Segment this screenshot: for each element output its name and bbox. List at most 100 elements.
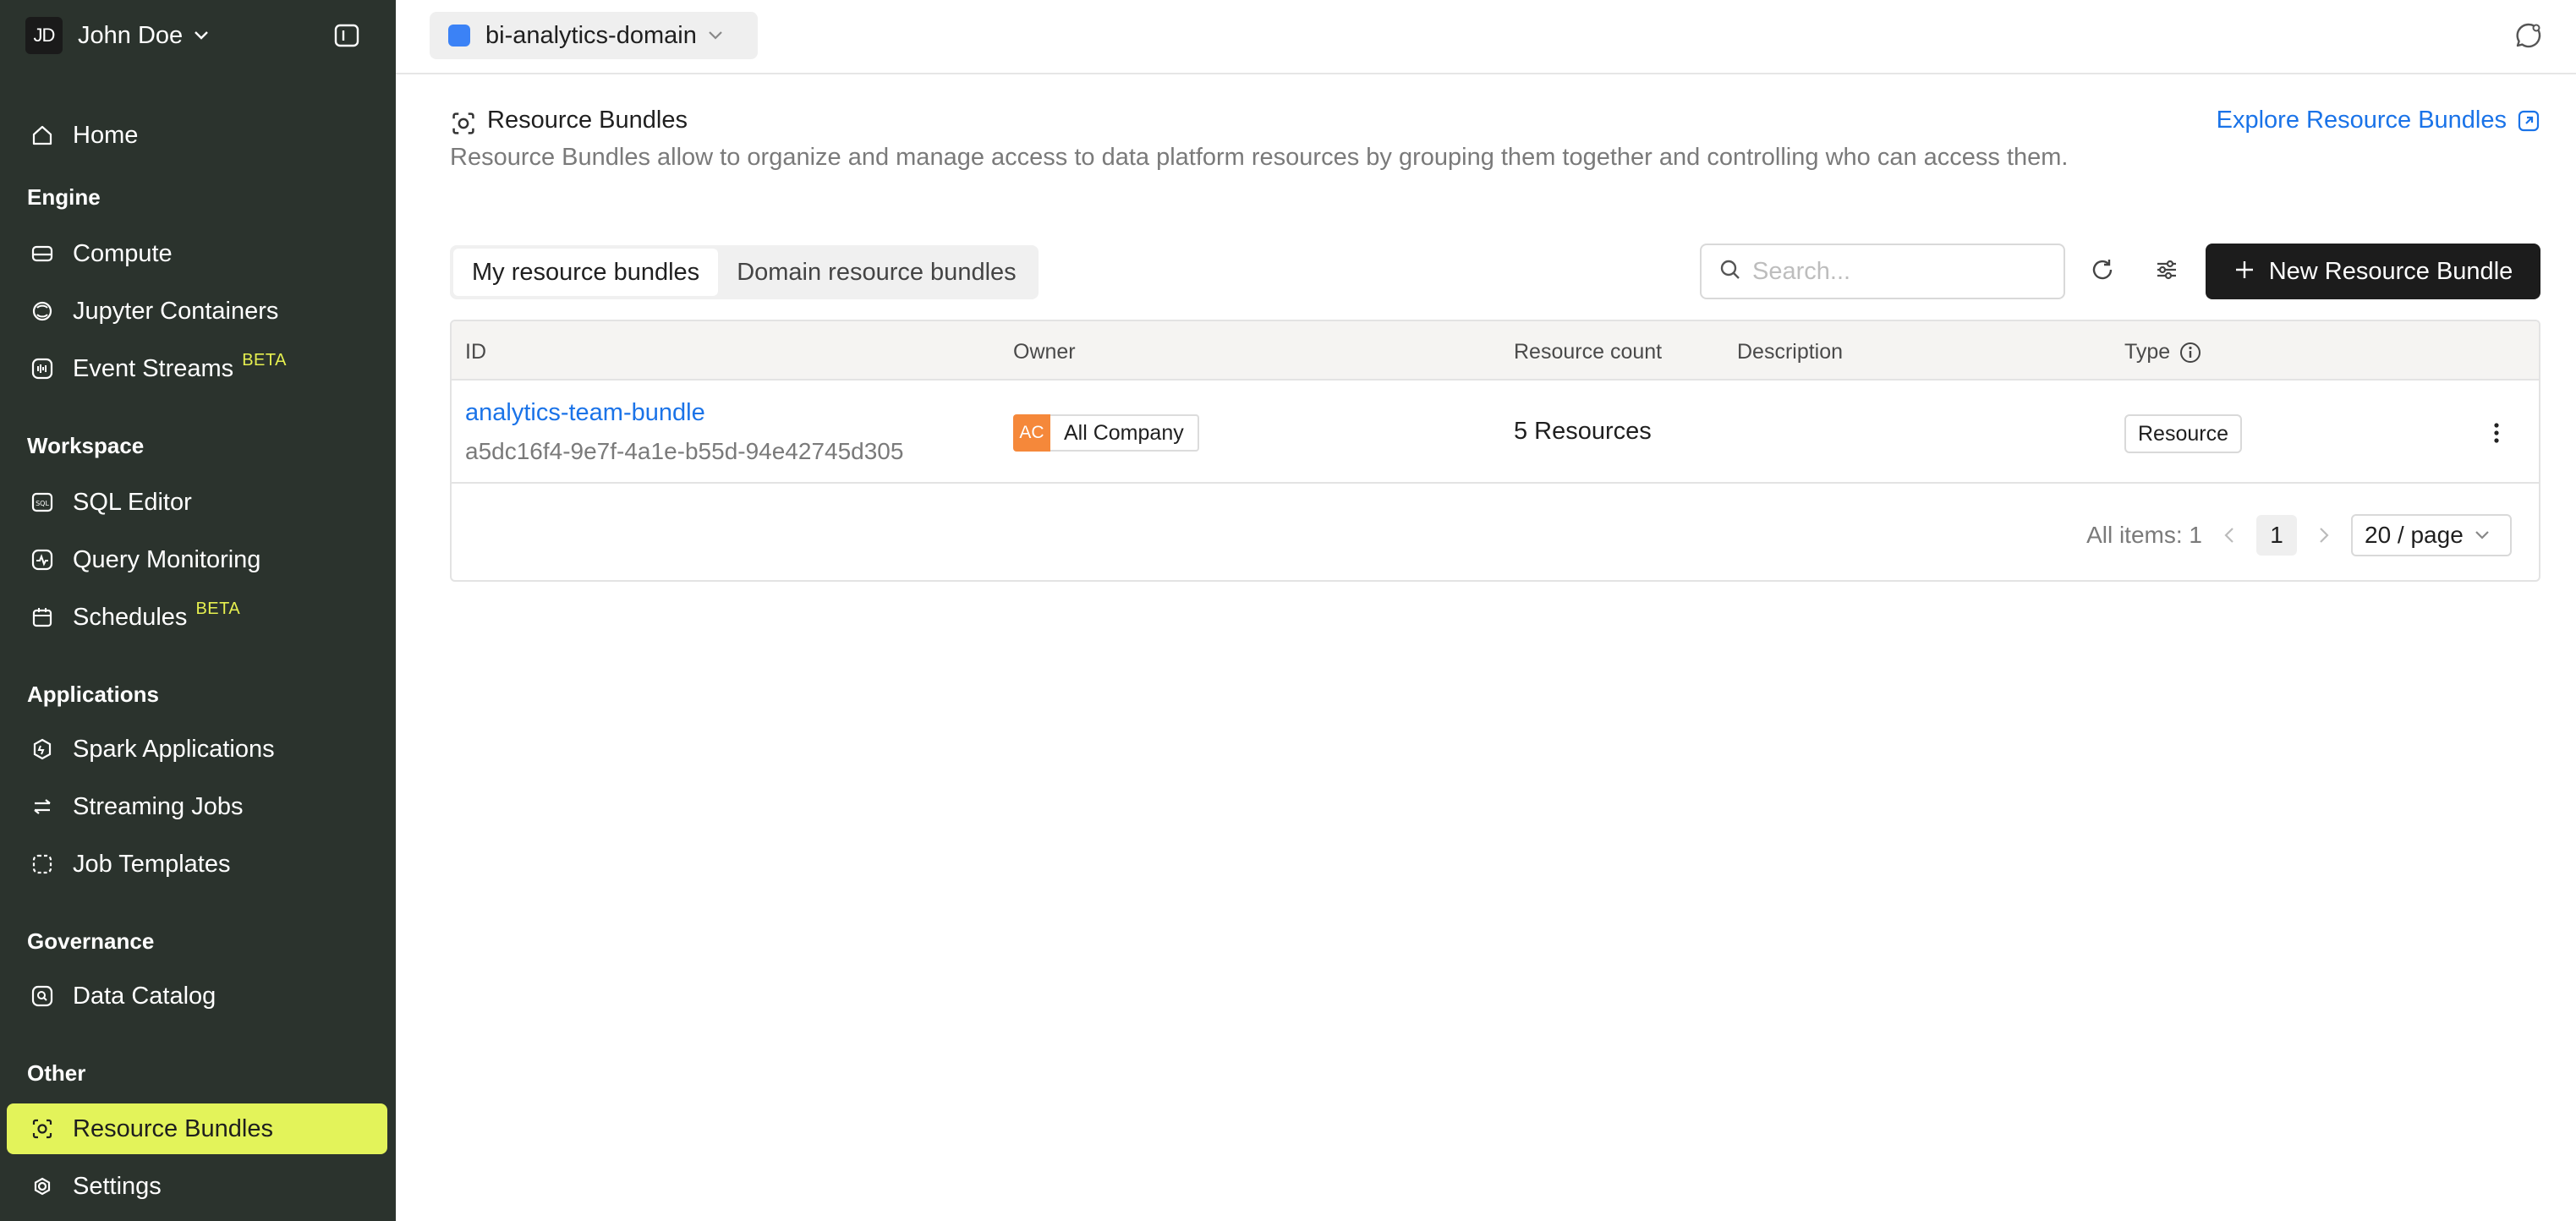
sidebar-item-schedules[interactable]: Schedules BETA <box>7 592 387 643</box>
sidebar-item-query-monitoring[interactable]: Query Monitoring <box>7 534 387 585</box>
explore-resource-bundles-link[interactable]: Explore Resource Bundles <box>2217 107 2540 134</box>
spark-icon <box>27 734 58 764</box>
section-workspace: Workspace <box>27 433 145 458</box>
page-number-current[interactable]: 1 <box>2256 515 2297 556</box>
column-header-id: ID <box>465 340 486 364</box>
sidebar-item-label: Job Templates <box>73 850 231 878</box>
bundle-tabs: My resource bundles Domain resource bund… <box>450 245 1039 299</box>
sidebar-item-label: Schedules <box>73 603 188 631</box>
section-applications: Applications <box>27 682 160 707</box>
bundle-icon <box>27 1114 58 1144</box>
sidebar-item-compute[interactable]: Compute <box>7 228 387 279</box>
page-size-value: 20 / page <box>2365 522 2464 548</box>
chevron-left-icon[interactable] <box>2214 520 2244 550</box>
calendar-icon <box>27 602 58 632</box>
svg-text:SQL: SQL <box>36 500 49 507</box>
plus-icon <box>2233 259 2255 285</box>
section-engine: Engine <box>27 184 101 210</box>
column-header-type: Type <box>2124 340 2202 364</box>
sidebar-item-jupyter[interactable]: Jupyter Containers <box>7 286 387 337</box>
sidebar-item-sql-editor[interactable]: SQL SQL Editor <box>7 477 387 528</box>
sidebar-item-label: Spark Applications <box>73 735 275 763</box>
beta-badge: BETA <box>195 599 241 618</box>
avatar: JD <box>25 17 63 54</box>
domain-color-dot <box>448 25 470 47</box>
template-icon <box>27 849 58 879</box>
bundle-icon <box>450 110 477 137</box>
user-menu[interactable]: JD John Doe <box>25 17 210 54</box>
arrows-icon <box>27 791 58 822</box>
new-button-label: New Resource Bundle <box>2268 257 2513 285</box>
section-other: Other <box>27 1060 86 1086</box>
sidebar-item-label: Jupyter Containers <box>73 297 279 325</box>
resource-count: 5 Resources <box>1514 418 1652 445</box>
sidebar-item-label: Home <box>73 121 139 149</box>
more-vertical-icon[interactable] <box>2481 418 2512 448</box>
chevron-down-icon <box>2474 529 2491 541</box>
home-icon <box>27 120 58 151</box>
table-header: ID Owner Resource count Description Type <box>452 321 2539 381</box>
owner-avatar: AC <box>1013 414 1050 452</box>
gear-icon <box>27 1171 58 1202</box>
column-header-type-label: Type <box>2124 340 2171 364</box>
sidebar-item-data-catalog[interactable]: Data Catalog <box>7 971 387 1021</box>
bundle-id: a5dc16f4-9e7f-4a1e-b55d-94e42745d305 <box>465 438 904 464</box>
sidebar-item-job-templates[interactable]: Job Templates <box>7 839 387 890</box>
bundle-name-link[interactable]: analytics-team-bundle <box>465 399 705 427</box>
resource-bundles-table: ID Owner Resource count Description Type… <box>450 320 2540 582</box>
column-header-description: Description <box>1737 340 1844 364</box>
catalog-icon <box>27 981 58 1011</box>
owner-name: All Company <box>1050 414 1199 452</box>
refresh-icon <box>2089 256 2116 287</box>
domain-name: bi-analytics-domain <box>485 21 697 49</box>
sidebar-item-event-streams[interactable]: Event Streams BETA <box>7 343 387 394</box>
sidebar-item-settings[interactable]: Settings <box>7 1161 387 1212</box>
tab-domain-resource-bundles[interactable]: Domain resource bundles <box>718 249 1034 296</box>
beta-badge: BETA <box>242 350 287 370</box>
page-size-select[interactable]: 20 / page <box>2351 514 2512 556</box>
pagination-total: All items: 1 <box>2086 522 2202 548</box>
chat-icon[interactable] <box>2512 19 2546 52</box>
sidebar-item-label: SQL Editor <box>73 488 192 516</box>
sidebar-collapse-icon[interactable] <box>332 20 362 51</box>
owner-tag: AC All Company <box>1013 414 1199 452</box>
search-box <box>1700 244 2065 299</box>
sidebar-item-home[interactable]: Home <box>7 110 387 161</box>
sidebar: JD John Doe Home Engine Compute Jupyter … <box>0 0 396 1221</box>
stream-icon <box>27 353 58 384</box>
sidebar-item-label: Data Catalog <box>73 982 216 1010</box>
server-icon <box>27 238 58 269</box>
page-title: Resource Bundles <box>487 107 688 134</box>
chevron-down-icon <box>193 30 210 41</box>
sql-icon: SQL <box>27 487 58 517</box>
external-link-icon <box>2517 109 2540 133</box>
explore-link-label: Explore Resource Bundles <box>2216 107 2507 134</box>
activity-icon <box>27 545 58 575</box>
sidebar-item-spark[interactable]: Spark Applications <box>7 724 387 775</box>
filter-settings-button[interactable] <box>2150 255 2184 288</box>
search-input[interactable] <box>1752 257 2040 286</box>
page-description: Resource Bundles allow to organize and m… <box>450 144 2069 171</box>
sidebar-item-label: Resource Bundles <box>73 1114 273 1142</box>
chevron-down-icon <box>707 30 724 41</box>
top-bar: bi-analytics-domain <box>396 0 2576 74</box>
domain-selector[interactable]: bi-analytics-domain <box>430 12 758 59</box>
pagination: All items: 1 1 20 / page <box>2086 514 2512 556</box>
new-resource-bundle-button[interactable]: New Resource Bundle <box>2206 244 2540 299</box>
sidebar-item-streaming-jobs[interactable]: Streaming Jobs <box>7 781 387 832</box>
sidebar-item-resource-bundles[interactable]: Resource Bundles <box>7 1103 387 1154</box>
refresh-button[interactable] <box>2085 255 2119 288</box>
sidebar-item-label: Compute <box>73 239 173 267</box>
column-header-owner: Owner <box>1013 340 1076 364</box>
sidebar-item-label: Settings <box>73 1172 162 1200</box>
info-icon[interactable] <box>2179 341 2202 364</box>
search-icon <box>1718 258 1742 286</box>
chevron-right-icon[interactable] <box>2309 520 2339 550</box>
section-governance: Governance <box>27 928 155 954</box>
tab-my-resource-bundles[interactable]: My resource bundles <box>453 249 719 296</box>
type-tag: Resource <box>2124 414 2242 453</box>
jupyter-icon <box>27 296 58 326</box>
sliders-icon <box>2153 256 2180 287</box>
sidebar-item-label: Streaming Jobs <box>73 792 244 820</box>
sidebar-item-label: Query Monitoring <box>73 545 261 573</box>
